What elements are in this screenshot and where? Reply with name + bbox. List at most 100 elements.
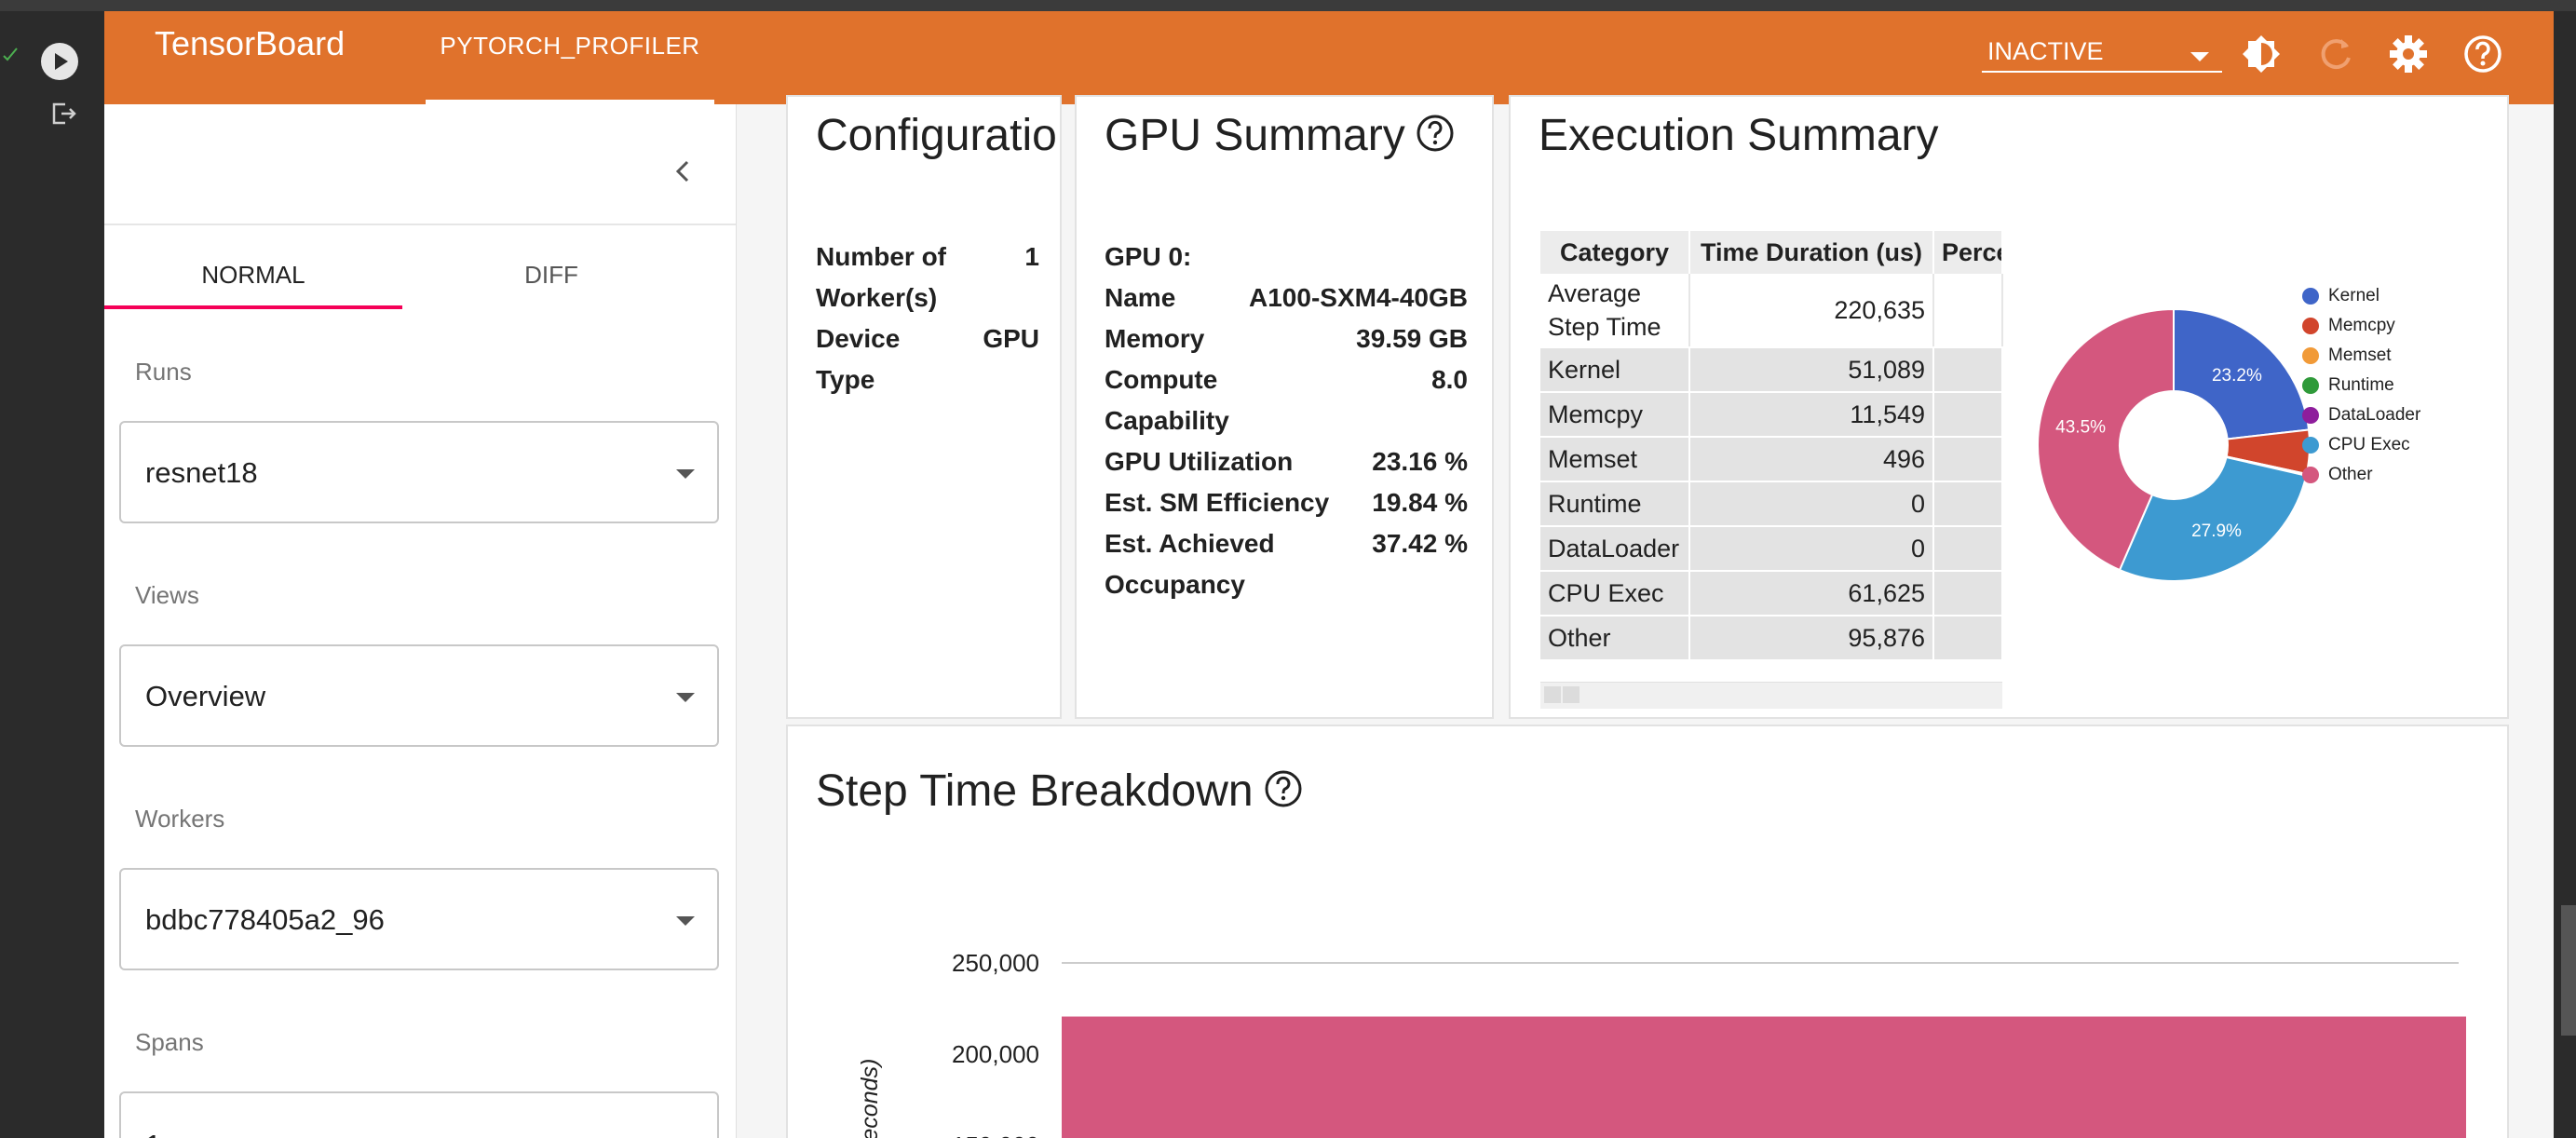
spans-select[interactable]: 1	[119, 1091, 719, 1138]
tab-normal-label: NORMAL	[201, 261, 305, 289]
table-row: Other 95,876	[1540, 616, 2003, 661]
legend-item[interactable]: CPU Exec	[2302, 434, 2410, 456]
legend-item[interactable]: Other	[2302, 464, 2373, 486]
legend-label: Memcpy	[2328, 316, 2395, 335]
runs-select[interactable]: resnet18	[119, 421, 719, 523]
config-key: Device Type	[816, 324, 901, 394]
plugin-status-value: INACTIVE	[1987, 37, 2104, 65]
gpu-label: GPU 0:	[1105, 242, 1192, 271]
scroll-thumb[interactable]	[2561, 905, 2576, 1036]
left-rail	[0, 11, 104, 1138]
check-icon	[3, 47, 18, 61]
chevron-down-icon	[2190, 52, 2209, 61]
chevron-left-icon[interactable]	[663, 151, 704, 192]
runs-label: Runs	[135, 358, 192, 386]
legend-label: Kernel	[2328, 286, 2379, 305]
percentage-cell	[1933, 571, 2003, 616]
card-title: GPU Summary	[1105, 110, 1456, 161]
spans-select-value: 1	[145, 1129, 161, 1138]
category-cell: Memset	[1540, 437, 1690, 482]
chevron-down-icon	[676, 469, 695, 479]
table-header-row: Category Time Duration (us) Percentage (…	[1540, 231, 2003, 274]
legend-swatch	[2302, 437, 2319, 454]
legend-item[interactable]: Kernel	[2302, 285, 2379, 307]
duration-cell: 61,625	[1689, 571, 1934, 616]
reload-icon[interactable]	[2313, 32, 2358, 76]
legend-label: CPU Exec	[2328, 435, 2410, 454]
tab-pytorch-profiler[interactable]: PYTORCH_PROFILER	[426, 11, 714, 104]
duration-cell: 95,876	[1689, 616, 1934, 661]
gpu-value: 23.16 %	[1372, 447, 1468, 476]
plugin-status-select[interactable]: INACTIVE	[1982, 24, 2222, 73]
execution-pie-chart: 23.2% 27.9% 43.5%	[2037, 307, 2311, 582]
chevron-down-icon	[676, 693, 695, 702]
help-icon[interactable]	[1415, 113, 1456, 154]
gpu-key: Memory	[1105, 324, 1205, 353]
table-row: DataLoader 0	[1540, 526, 2003, 572]
table-row: Runtime 0	[1540, 481, 2003, 527]
configuration-card: Configuratio Number of Worker(s) 1 Devic…	[786, 95, 1062, 719]
table-row: CPU Exec 61,625	[1540, 571, 2003, 616]
scroll-right-icon[interactable]	[1563, 686, 1579, 703]
table-row: Memcpy 11,549	[1540, 392, 2003, 438]
percentage-cell	[1933, 616, 2003, 661]
logout-icon[interactable]	[47, 97, 80, 130]
legend-swatch	[2302, 318, 2319, 334]
legend-swatch	[2302, 407, 2319, 424]
y-tick-label: 150,000	[952, 1131, 1039, 1138]
column-header[interactable]: Percentage (%)	[1933, 231, 2003, 274]
brand-title: TensorBoard	[155, 24, 346, 62]
pie-data-label: 27.9%	[2191, 522, 2242, 541]
theme-toggle-icon[interactable]	[2239, 32, 2284, 76]
spans-label: Spans	[135, 1028, 204, 1056]
sidebar: NORMAL DIFF Runs resnet18 Views Overview…	[104, 104, 737, 1138]
legend-swatch	[2302, 288, 2319, 305]
gpu-value: 19.84 %	[1372, 488, 1468, 517]
gpu-value: 39.59 GB	[1356, 324, 1468, 353]
percentage-cell	[1933, 437, 2003, 482]
workers-select[interactable]: bdbc778405a2_96	[119, 868, 719, 970]
legend-item[interactable]: DataLoader	[2302, 404, 2421, 427]
category-cell: DataLoader	[1540, 526, 1690, 572]
category-cell: Kernel	[1540, 347, 1690, 393]
workers-select-value: bdbc778405a2_96	[145, 903, 385, 936]
legend-label: DataLoader	[2328, 405, 2421, 425]
card-title-text: GPU Summary	[1105, 111, 1405, 160]
chevron-down-icon	[676, 916, 695, 926]
table-horizontal-scrollbar[interactable]	[1540, 682, 2002, 709]
card-title: Execution Summary	[1539, 111, 1939, 160]
page-scrollbar[interactable]	[2554, 11, 2576, 1138]
card-title: Configuratio	[816, 111, 1057, 160]
legend-label: Runtime	[2328, 375, 2394, 395]
y-tick-label: 200,000	[952, 1040, 1039, 1068]
runs-select-value: resnet18	[145, 456, 258, 489]
column-header[interactable]: Time Duration (us)	[1689, 231, 1934, 274]
column-header[interactable]: Category	[1540, 231, 1690, 274]
views-label: Views	[135, 581, 199, 609]
gpu-key: Name	[1105, 283, 1176, 312]
category-cell: Memcpy	[1540, 392, 1690, 438]
legend-item[interactable]: Memset	[2302, 345, 2392, 367]
tab-diff-label: DIFF	[524, 261, 578, 289]
pie-slice-cpu-exec[interactable]	[2118, 455, 2308, 582]
legend-swatch	[2302, 347, 2319, 364]
settings-icon[interactable]	[2386, 32, 2431, 76]
bar-other[interactable]	[1062, 1016, 2466, 1138]
table-row: Kernel 51,089	[1540, 347, 2003, 393]
run-icon[interactable]	[41, 43, 78, 80]
tab-normal[interactable]: NORMAL	[104, 235, 402, 309]
percentage-cell	[1933, 526, 2003, 572]
percentage-cell	[1933, 392, 2003, 438]
legend-item[interactable]: Memcpy	[2302, 315, 2395, 337]
pie-data-label: 23.2%	[2212, 366, 2262, 386]
workers-label: Workers	[135, 805, 225, 833]
table-row: Memset 496	[1540, 437, 2003, 482]
legend-label: Other	[2328, 465, 2373, 484]
scroll-left-icon[interactable]	[1544, 686, 1561, 703]
help-icon[interactable]	[2461, 32, 2505, 76]
duration-cell: 220,635	[1689, 274, 1934, 348]
legend-item[interactable]: Runtime	[2302, 374, 2394, 397]
tab-diff[interactable]: DIFF	[402, 235, 700, 309]
views-select[interactable]: Overview	[119, 644, 719, 747]
gpu-value: 8.0	[1431, 365, 1468, 394]
